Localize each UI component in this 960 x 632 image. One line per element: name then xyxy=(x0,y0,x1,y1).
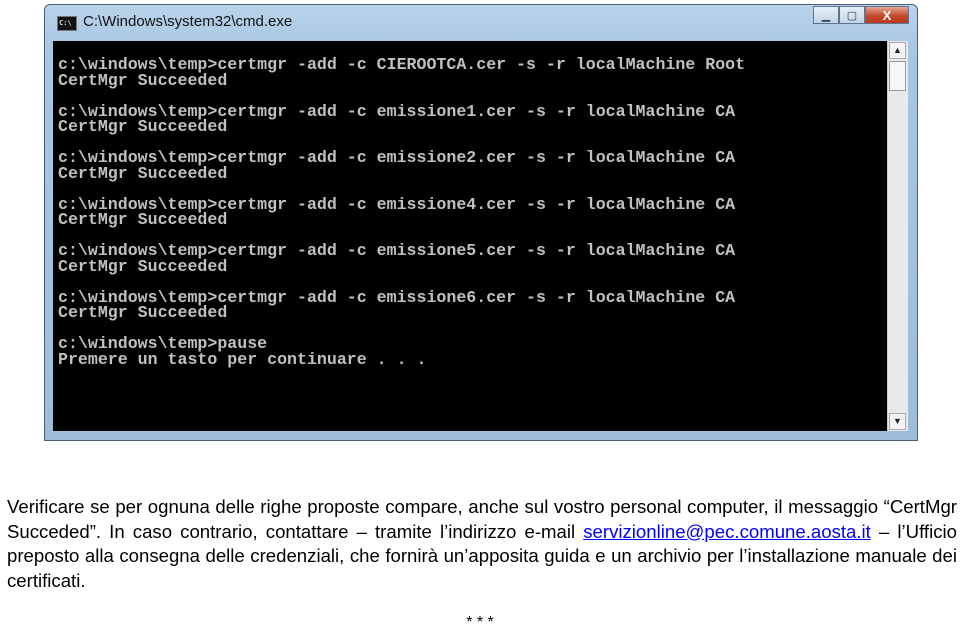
scrollbar[interactable]: ▲ ▼ xyxy=(887,41,908,431)
minimize-icon[interactable]: ▁ xyxy=(813,6,839,24)
title-bar: C:\ C:\Windows\system32\cmd.exe ▁ ▢ X xyxy=(45,5,917,41)
console-line: CertMgr Succeeded xyxy=(58,303,228,322)
email-link[interactable]: servizionline@pec.comune.aosta.it xyxy=(583,521,871,542)
cmd-icon: C:\ xyxy=(57,16,77,31)
section-separator: * * * xyxy=(466,614,494,631)
window-title: C:\Windows\system32\cmd.exe xyxy=(83,13,293,30)
maximize-icon[interactable]: ▢ xyxy=(839,6,865,24)
instruction-paragraph: Verificare se per ognuna delle righe pro… xyxy=(7,495,957,593)
console-line: Premere un tasto per continuare . . . xyxy=(58,349,427,369)
window-controls: ▁ ▢ X xyxy=(813,6,909,24)
scroll-up-icon[interactable]: ▲ xyxy=(889,42,906,59)
cmd-window-screenshot: C:\ C:\Windows\system32\cmd.exe ▁ ▢ X c:… xyxy=(44,4,918,441)
scroll-down-icon[interactable]: ▼ xyxy=(889,413,906,430)
console-line: CertMgr Succeeded xyxy=(58,163,228,183)
console-output: c:\windows\temp>certmgr -add -c CIEROOTC… xyxy=(53,41,887,431)
console-line: CertMgr Succeeded xyxy=(58,256,228,276)
console-line: CertMgr Succeeded xyxy=(58,70,228,90)
close-icon[interactable]: X xyxy=(865,6,909,24)
scroll-thumb[interactable] xyxy=(889,61,906,91)
console-lines: c:\windows\temp>certmgr -add -c CIEROOTC… xyxy=(58,56,745,369)
console-line: CertMgr Succeeded xyxy=(58,117,228,136)
console-line: CertMgr Succeeded xyxy=(58,210,228,229)
